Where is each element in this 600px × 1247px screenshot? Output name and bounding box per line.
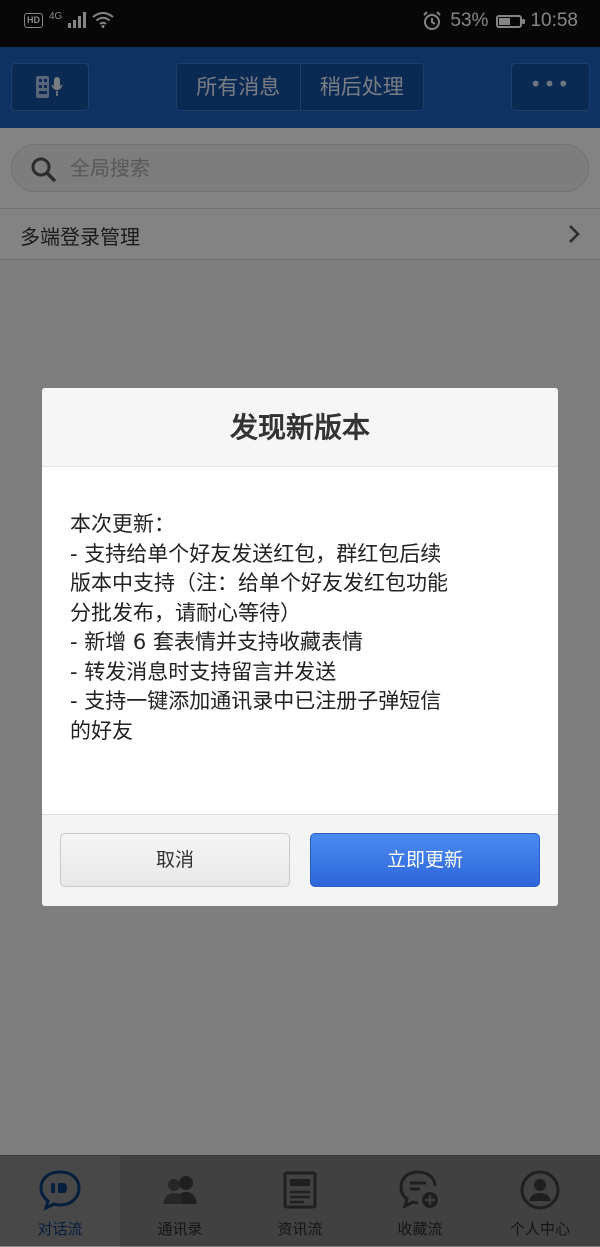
release-note-line: - 支持给单个好友发送红包，群红包后续 (70, 541, 442, 566)
release-note-line: - 支持一键添加通讯录中已注册子弹短信 (70, 689, 442, 713)
dialog-footer: 取消 立即更新 (42, 814, 558, 906)
release-note-line: - 转发消息时支持留言并发送 (70, 659, 337, 684)
update-dialog: 发现新版本 本次更新： - 支持给单个好友发送红包，群红包后续 版本中支持（注：… (42, 388, 558, 906)
release-note-line: 本次更新： (70, 512, 175, 536)
release-note-line: 分批发布，请耐心等待） (70, 600, 301, 625)
cancel-button[interactable]: 取消 (60, 833, 290, 887)
release-note-line: 版本中支持（注：给单个好友发红包功能 (70, 571, 448, 595)
dialog-title: 发现新版本 (42, 388, 558, 467)
release-note-line: - 新增 6 套表情并支持收藏表情 (70, 630, 363, 654)
dialog-body: 本次更新： - 支持给单个好友发送红包，群红包后续 版本中支持（注：给单个好友发… (70, 510, 540, 746)
release-note-line: 的好友 (70, 718, 133, 743)
update-now-button[interactable]: 立即更新 (310, 833, 540, 887)
